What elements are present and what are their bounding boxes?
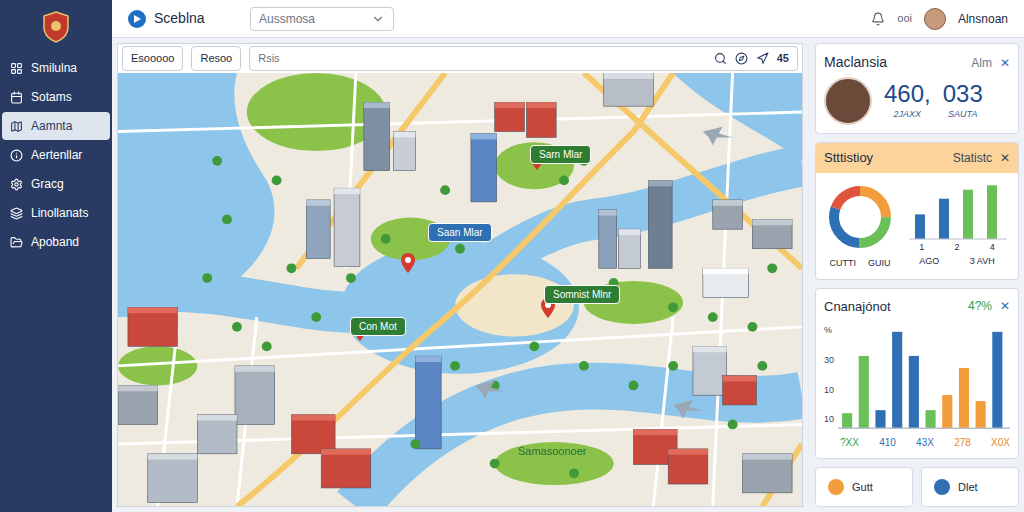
profile-card: Maclansia Alm ✕ 460,2JAXX 033SAUTA [815,43,1019,134]
profile-photo [824,77,872,125]
menu-icon [10,236,23,249]
axis-tick: 1 [919,241,924,255]
avatar[interactable] [924,8,946,30]
y-tick: % [824,324,834,338]
pin-icon[interactable] [401,253,415,273]
x-label: 410 [879,435,896,450]
sidebar-label: Linollanats [31,204,88,222]
stat: 460,2JAXX [884,80,931,122]
change-card: Cnanajónot 4?% ✕% 30 10 10 ?XX 410 43X 278 X0X [815,288,1019,460]
axis-caption: 3 AVH [970,255,995,269]
map-search[interactable]: Rsis45 [249,46,798,71]
map-panel: Esooooo Resoo Rsis45 Sarn Mlar Saan Mlar Somn… [117,43,803,507]
legend-dot [828,479,844,495]
sidebar-item[interactable]: Apoband [2,228,110,256]
app-title[interactable]: Sceblna [128,8,238,29]
card-title: Cnanajónot [824,297,891,317]
close-button[interactable]: ✕ [1000,297,1010,315]
sidebar-item[interactable]: Sotams [2,83,110,111]
sidebar-label: Smilulna [31,59,77,77]
bar-chart [904,181,1010,241]
menu-icon [10,149,23,162]
y-tick: 10 [824,413,834,427]
sidebar-label: Aertenllar [31,146,82,164]
bell-icon[interactable] [871,12,885,26]
compass-icon[interactable] [735,52,748,65]
app: Smilulna Sotams Aamnta Aertenllar Gracg Linol… [0,0,1024,512]
x-label: 278 [954,435,971,450]
dropdown[interactable]: Aussmosa [250,7,394,31]
axis-caption: AGO [919,255,939,269]
right-panel: Maclansia Alm ✕ 460,2JAXX 033SAUTA Stttistioy… [815,43,1019,507]
card-action[interactable]: Alm [971,54,992,72]
menu-icon [10,120,23,133]
map-label[interactable]: Con Mot [350,317,406,336]
sidebar-label: Sotams [31,88,72,106]
map[interactable]: Sarn Mlar Saan Mlar Somnist Mlnr Con Mot Sam… [118,73,802,507]
shield-icon [43,11,69,43]
sidebar-item[interactable]: Smilulna [2,54,110,82]
x-label: ?XX [840,435,859,450]
change-badge: 4?% [968,297,992,315]
toolbar-button[interactable]: Resoo [191,46,241,71]
axis-tick: 2 [954,241,959,255]
user-name[interactable]: Alnsnoan [958,10,1008,28]
y-tick: 10 [824,384,834,398]
logo [0,0,112,54]
donut-chart [824,181,896,253]
menu-icon [10,91,23,104]
menu-icon [10,178,23,191]
chevron-icon [371,12,385,26]
sidebar-item[interactable]: Linollanats [2,199,110,227]
legend-dot [934,479,950,495]
menu-icon [10,207,23,220]
sidebar-item[interactable]: Gracg [2,170,110,198]
map-toolbar: Esooooo Resoo Rsis45 [118,44,802,73]
main: Sceblna Aussmosa ooi Alnsnoan Esooooo Resoo Rs… [112,0,1024,512]
map-label[interactable]: Sarn Mlar [530,145,591,164]
sidebar-menu: Smilulna Sotams Aamnta Aertenllar Gracg Linol… [0,54,112,256]
sidebar: Smilulna Sotams Aamnta Aertenllar Gracg Linol… [0,0,112,512]
change-bar-chart [838,320,1010,431]
close-button[interactable]: ✕ [1000,54,1010,72]
sidebar-label: Apoband [31,233,79,251]
search-icon[interactable] [714,52,727,65]
card-title: Stttistioy [824,148,873,168]
donut-label: GUIU [868,257,891,271]
donut-label: CUTTI [830,257,857,271]
stat: 033SAUTA [943,80,983,122]
sidebar-item[interactable]: Aamnta [2,112,110,140]
axis-tick: 4 [990,241,995,255]
legend-card[interactable]: Dlet [921,467,1019,507]
toolbar-badge: 45 [777,50,789,67]
sidebar-label: Aamnta [31,117,72,135]
navigation-icon[interactable] [756,52,769,65]
card-action[interactable]: Statistc [953,149,992,167]
map-caption: Samasoonoer [518,443,587,460]
map-label[interactable]: Somnist Mlnr [544,285,620,304]
close-button[interactable]: ✕ [1000,149,1010,167]
legend-card[interactable]: Gutt [815,467,913,507]
map-drawing[interactable] [118,73,802,507]
menu-icon [10,62,23,75]
card-title: Maclansia [824,52,887,73]
top-bar: Sceblna Aussmosa ooi Alnsnoan [112,0,1024,38]
map-label[interactable]: Saan Mlar [428,223,492,242]
toolbar-button[interactable]: Esooooo [122,46,183,71]
x-label: X0X [991,435,1010,450]
app-logo-icon [128,10,146,28]
sidebar-item[interactable]: Aertenllar [2,141,110,169]
x-label: 43X [916,435,934,450]
y-tick: 30 [824,354,834,368]
statistics-card: Stttistioy Statistc ✕ CUTTI GUIU 1 2 4 AGO 3 AVH [815,142,1019,280]
legend: GuttDlet [815,467,1019,507]
sidebar-label: Gracg [31,175,64,193]
user-label: ooi [897,10,912,27]
content: Esooooo Resoo Rsis45 Sarn Mlar Saan Mlar Somn… [112,38,1024,512]
